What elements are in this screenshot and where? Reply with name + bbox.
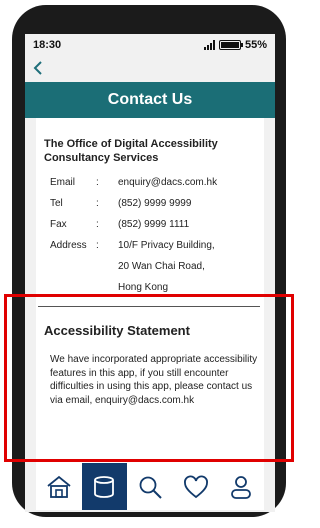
search-icon bbox=[139, 476, 162, 499]
back-button[interactable] bbox=[31, 58, 47, 78]
organization-name: The Office of Digital Accessibility Cons… bbox=[44, 138, 218, 164]
nav-home[interactable] bbox=[36, 463, 82, 510]
contact-separator: : bbox=[96, 240, 99, 251]
nav-database[interactable] bbox=[81, 463, 128, 510]
database-icon bbox=[94, 475, 115, 498]
page-title-bar: Contact Us bbox=[25, 82, 275, 118]
contact-label: Tel bbox=[50, 198, 63, 209]
contact-row-tel: Tel : (852) 9999 9999 bbox=[50, 198, 264, 219]
bottom-navigation bbox=[36, 463, 264, 510]
nav-favorites[interactable] bbox=[173, 463, 219, 510]
navigation-row bbox=[25, 56, 275, 80]
status-bar: 18:30 55% bbox=[25, 34, 275, 56]
highlight-box bbox=[4, 294, 294, 462]
phone-link[interactable]: (852) 9999 9999 bbox=[118, 198, 264, 209]
battery-icon bbox=[218, 40, 243, 50]
contact-separator: : bbox=[96, 219, 99, 230]
battery-percent: 55% bbox=[244, 39, 267, 51]
page-title: Contact Us bbox=[107, 91, 193, 108]
address-line: 10/F Privacy Building, bbox=[118, 240, 215, 251]
contact-row-address: Address : 10/F Privacy Building, bbox=[50, 240, 264, 261]
heart-icon bbox=[183, 475, 208, 498]
email-link[interactable]: enquiry@dacs.com.hk bbox=[118, 177, 264, 188]
contact-separator: : bbox=[96, 177, 99, 188]
nav-profile[interactable] bbox=[218, 463, 264, 510]
status-time: 18:30 bbox=[33, 39, 62, 51]
user-icon bbox=[231, 475, 252, 499]
contact-row-email: Email : enquiry@dacs.com.hk bbox=[50, 177, 264, 198]
contact-label: Address bbox=[50, 240, 87, 251]
contact-label: Email bbox=[50, 177, 76, 188]
fax-value: (852) 9999 1111 bbox=[118, 219, 190, 230]
contact-label: Fax bbox=[50, 219, 67, 230]
chevron-left-icon bbox=[33, 61, 42, 75]
nav-search[interactable] bbox=[127, 463, 173, 510]
status-indicators: 55% bbox=[203, 39, 267, 51]
address-line: 20 Wan Chai Road, bbox=[118, 261, 205, 272]
contact-details: Email : enquiry@dacs.com.hk Tel : (852) … bbox=[50, 177, 264, 296]
home-icon bbox=[47, 475, 71, 498]
contact-separator: : bbox=[96, 198, 99, 209]
signal-icon bbox=[203, 40, 215, 50]
contact-row-fax: Fax : (852) 9999 1111 bbox=[50, 219, 264, 240]
